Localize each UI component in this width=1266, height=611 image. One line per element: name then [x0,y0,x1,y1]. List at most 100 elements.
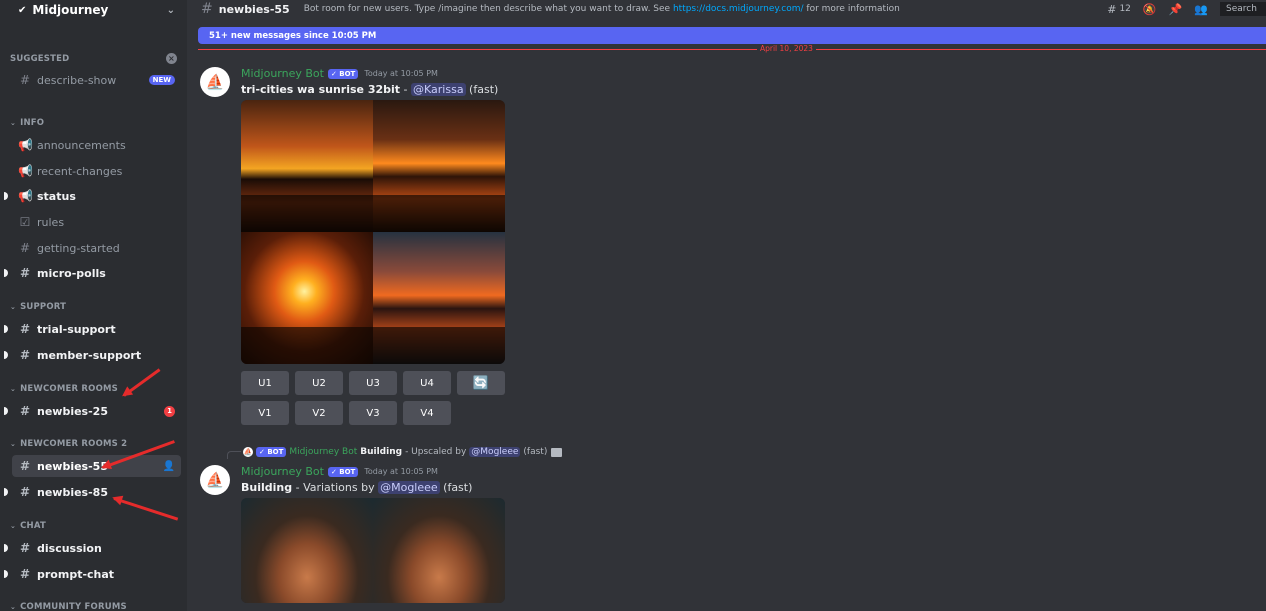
channel-rules[interactable]: ☑ rules [12,211,181,233]
channel-trial-support[interactable]: # trial-support [12,318,181,340]
message-text: Building - Variations by @Mogleee (fast) [241,481,472,494]
chat-area: # newbies-55 Bot room for new users. Typ… [187,0,1266,611]
category-newcomer-rooms[interactable]: ⌄ NEWCOMER ROOMS [10,384,177,394]
category-community-forums[interactable]: ⌄ COMMUNITY FORUMS [10,602,177,611]
image-tile[interactable] [373,232,505,364]
upscale-button-3[interactable]: U3 [349,371,397,395]
channel-label: status [37,189,76,203]
bot-tag: BOT [339,69,356,78]
image-tile[interactable] [241,232,373,364]
thread-count: 12 [1119,4,1131,14]
mute-bell-icon[interactable]: 🔕 [1143,3,1157,16]
pin-icon[interactable]: 📌 [1169,3,1183,16]
image-tile[interactable] [241,498,373,603]
channel-announcements[interactable]: 📢 announcements [12,134,181,156]
threads-icon[interactable]: # [1107,3,1116,16]
hash-icon: # [19,541,31,555]
hash-icon: # [19,459,31,473]
channel-label: rules [37,215,65,229]
reply-desc: - Upscaled by [405,447,467,457]
server-header[interactable]: ✔ Midjourney ⌄ [0,0,187,20]
megaphone-icon: 📢 [18,189,33,203]
chevron-down-icon: ⌄ [10,385,17,393]
bot-badge: ✓ BOT [327,466,359,477]
variation-button-2[interactable]: V2 [295,401,343,425]
user-mention[interactable]: @Mogleee [378,481,440,494]
user-mention[interactable]: @Karissa [411,83,466,96]
channel-describe-show[interactable]: # describe-show NEW [12,69,181,91]
image-grid[interactable] [241,498,505,603]
channel-member-support[interactable]: # member-support [12,344,181,366]
image-shadow [373,195,505,232]
avatar[interactable]: ⛵ [200,67,230,97]
upscale-button-4[interactable]: U4 [403,371,451,395]
reply-author[interactable]: Midjourney Bot [289,447,357,457]
channel-label: newbies-85 [37,485,108,499]
server-name: Midjourney [32,3,109,17]
category-chat[interactable]: ⌄ CHAT [10,521,177,531]
variation-buttons: V1 V2 V3 V4 [241,401,451,425]
channel-title: newbies-55 [218,2,290,16]
channel-label: member-support [37,348,142,362]
member-list-icon[interactable]: 👥 [1194,3,1208,16]
author-name[interactable]: Midjourney Bot [241,465,324,478]
variation-button-1[interactable]: V1 [241,401,289,425]
channel-micro-polls[interactable]: # micro-polls [12,262,181,284]
channel-status[interactable]: 📢 status [12,185,181,207]
search-input[interactable]: Search [1220,2,1266,16]
close-icon[interactable]: × [166,53,177,64]
image-tile[interactable] [241,100,373,232]
image-grid[interactable] [241,100,505,364]
category-support[interactable]: ⌄ SUPPORT [10,302,177,312]
channel-label: getting-started [37,241,120,255]
topic-text: Bot room for new users. Type /imagine th… [303,4,673,14]
megaphone-icon: 📢 [18,164,33,178]
category-suggested[interactable]: SUGGESTED × [10,53,177,64]
image-tile[interactable] [373,498,505,603]
avatar[interactable]: ⛵ [200,465,230,495]
variation-button-4[interactable]: V4 [403,401,451,425]
unread-indicator [4,351,8,359]
unread-indicator [4,488,8,496]
channel-label: newbies-25 [37,404,108,418]
new-messages-bar[interactable]: 51+ new messages since 10:05 PM [198,27,1266,44]
date-divider [198,49,1266,50]
channel-label: describe-show [37,73,117,87]
add-member-icon[interactable]: 👤 [163,461,175,472]
docs-link[interactable]: https://docs.midjourney.com/ [673,4,804,14]
upscale-button-1[interactable]: U1 [241,371,289,395]
category-info[interactable]: ⌄ INFO [10,118,177,128]
chevron-down-icon: ⌄ [10,303,17,311]
channel-newbies-25[interactable]: # newbies-25 1 [12,400,181,422]
user-mention[interactable]: @Mogleee [469,447,521,457]
message-text: tri-cities wa sunrise 32bit - @Karissa (… [241,83,498,96]
channel-newbies-55[interactable]: # newbies-55 👤 [12,455,181,477]
channel-getting-started[interactable]: # getting-started [12,237,181,259]
hash-icon: # [19,485,31,499]
reply-mode: (fast) [523,447,548,457]
image-tile[interactable] [373,100,505,232]
image-shadow [241,327,373,364]
reroll-button[interactable]: 🔄 [457,371,505,395]
mention-badge: 1 [164,405,175,417]
channel-label: recent-changes [37,164,123,178]
refresh-icon: 🔄 [472,375,490,391]
channel-recent-changes[interactable]: 📢 recent-changes [12,160,181,182]
channel-topic: Bot room for new users. Type /imagine th… [304,4,900,14]
hash-icon: # [19,348,31,362]
reply-reference[interactable]: ⛵ ✓ BOT Midjourney Bot Building - Upscal… [227,445,563,459]
channel-newbies-85[interactable]: # newbies-85 [12,481,181,503]
chevron-down-icon: ⌄ [10,119,17,127]
chevron-down-icon: ⌄ [10,603,17,611]
channel-label: trial-support [37,322,116,336]
hash-icon: # [19,73,31,87]
variation-button-3[interactable]: V3 [349,401,397,425]
chevron-down-icon[interactable]: ⌄ [167,5,175,16]
channel-prompt-chat[interactable]: # prompt-chat [12,563,181,585]
author-name[interactable]: Midjourney Bot [241,67,324,80]
header-toolbar: # 12 🔕 📌 👥 Search [1107,0,1266,18]
channel-discussion[interactable]: # discussion [12,537,181,559]
upscale-button-2[interactable]: U2 [295,371,343,395]
hash-icon: # [19,404,31,418]
unread-indicator [4,325,8,333]
